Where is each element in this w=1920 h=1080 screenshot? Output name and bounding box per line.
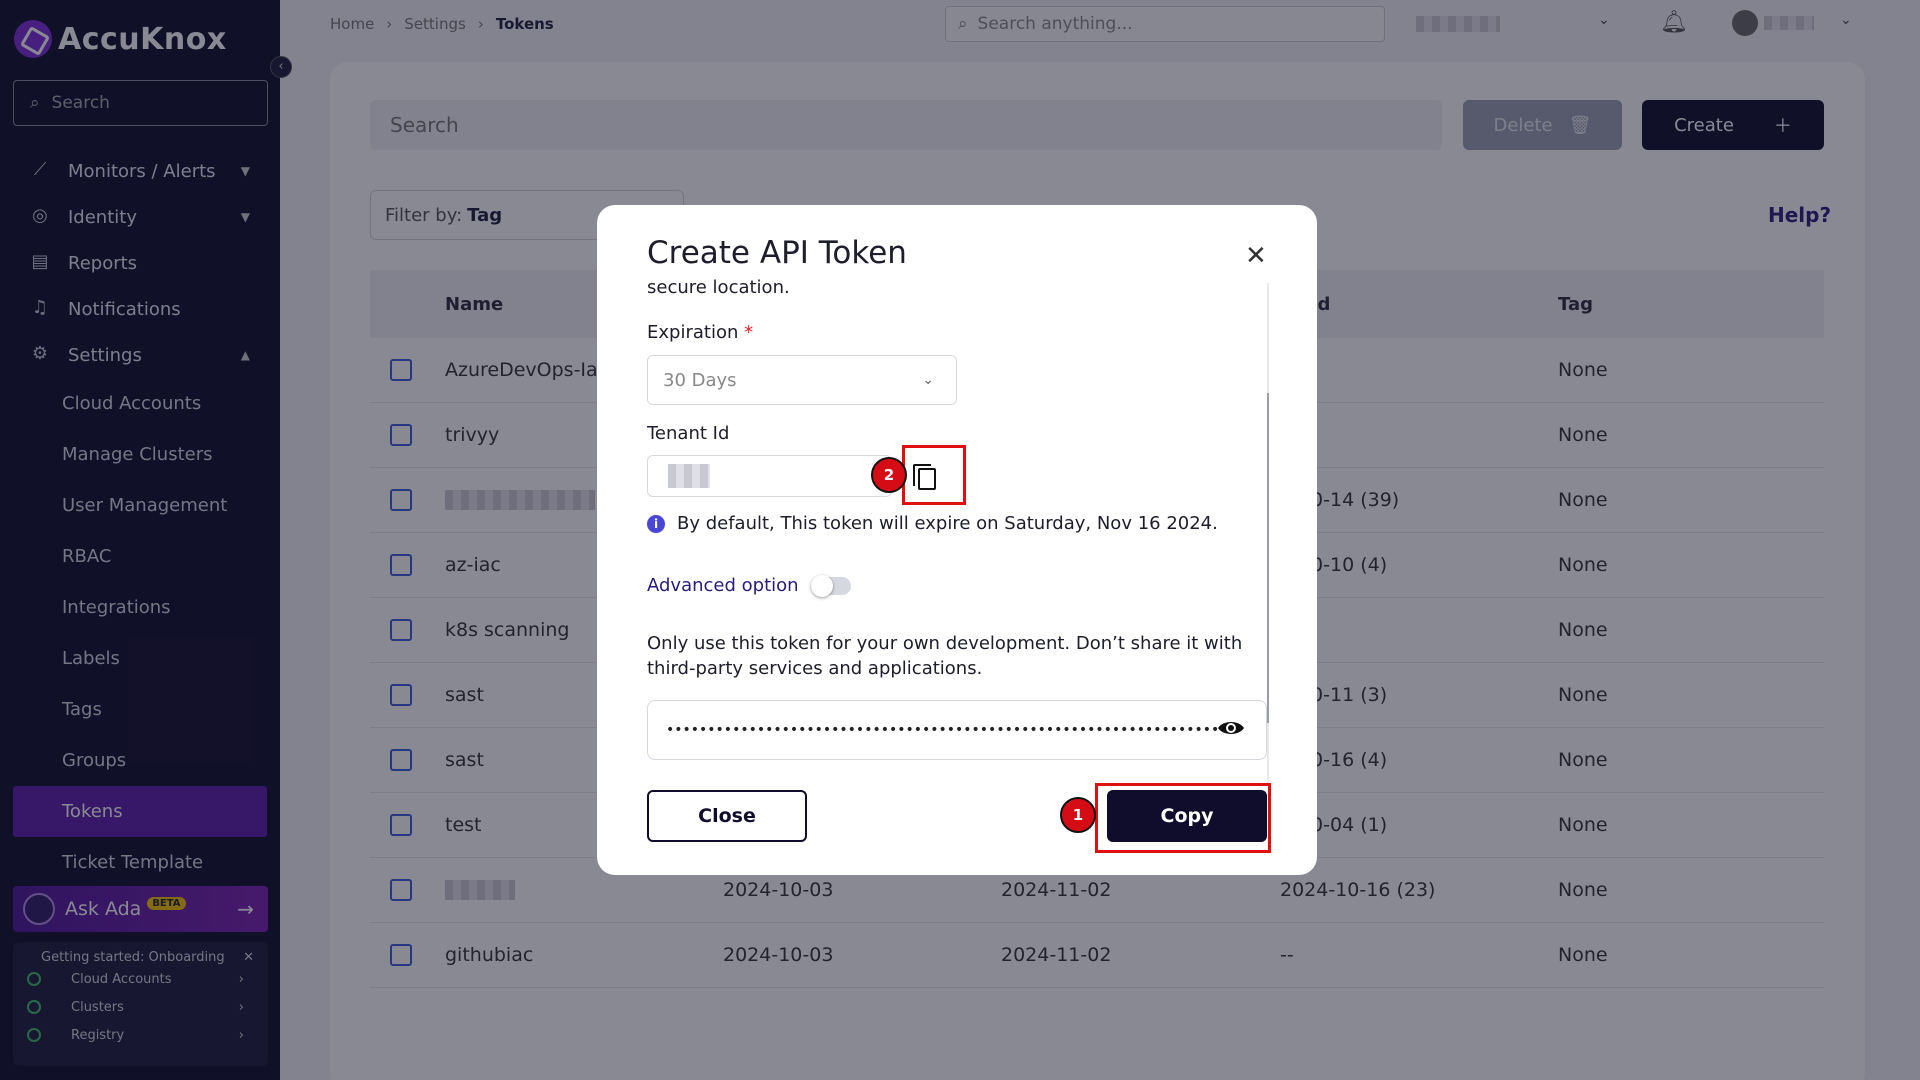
info-icon: i <box>647 515 665 533</box>
advanced-option-row: Advanced option <box>647 574 851 597</box>
create-api-token-modal: Create API Token ✕ secure location. Expi… <box>597 205 1317 875</box>
modal-scrollbar[interactable] <box>1267 283 1269 783</box>
warning-line-1: Only use this token for your own develop… <box>647 633 1243 654</box>
annotation-badge-1: 1 <box>1060 797 1096 833</box>
advanced-option-label: Advanced option <box>647 575 799 596</box>
expire-info-text: By default, This token will expire on Sa… <box>677 513 1218 534</box>
partial-text: secure location. <box>647 277 790 298</box>
warning-line-2: third-party services and applications. <box>647 658 983 679</box>
expiration-select[interactable]: 30 Days ⌄ <box>647 355 957 405</box>
scrollbar-thumb[interactable] <box>1267 393 1269 723</box>
expiration-label: Expiration <box>647 322 739 343</box>
annotation-highlight-1 <box>1095 783 1271 853</box>
chevron-down-icon: ⌄ <box>922 372 934 388</box>
tenant-label: Tenant Id <box>647 423 730 444</box>
annotation-badge-2: 2 <box>871 457 907 493</box>
expiration-value: 30 Days <box>663 369 737 391</box>
api-token-masked: ••••••••••••••••••••••••••••••••••••••••… <box>666 722 1220 738</box>
close-button[interactable]: Close <box>647 790 807 842</box>
expiration-label-row: Expiration * <box>647 322 753 343</box>
close-icon[interactable]: ✕ <box>1245 241 1267 271</box>
tenant-id-field[interactable] <box>647 455 892 497</box>
tenant-id-redacted <box>668 464 710 488</box>
modal-title: Create API Token <box>647 235 907 271</box>
required-mark: * <box>744 322 754 343</box>
annotation-highlight-2 <box>902 445 966 505</box>
api-token-field[interactable]: ••••••••••••••••••••••••••••••••••••••••… <box>647 700 1267 760</box>
eye-icon[interactable] <box>1217 718 1245 738</box>
advanced-option-toggle[interactable] <box>810 574 851 597</box>
